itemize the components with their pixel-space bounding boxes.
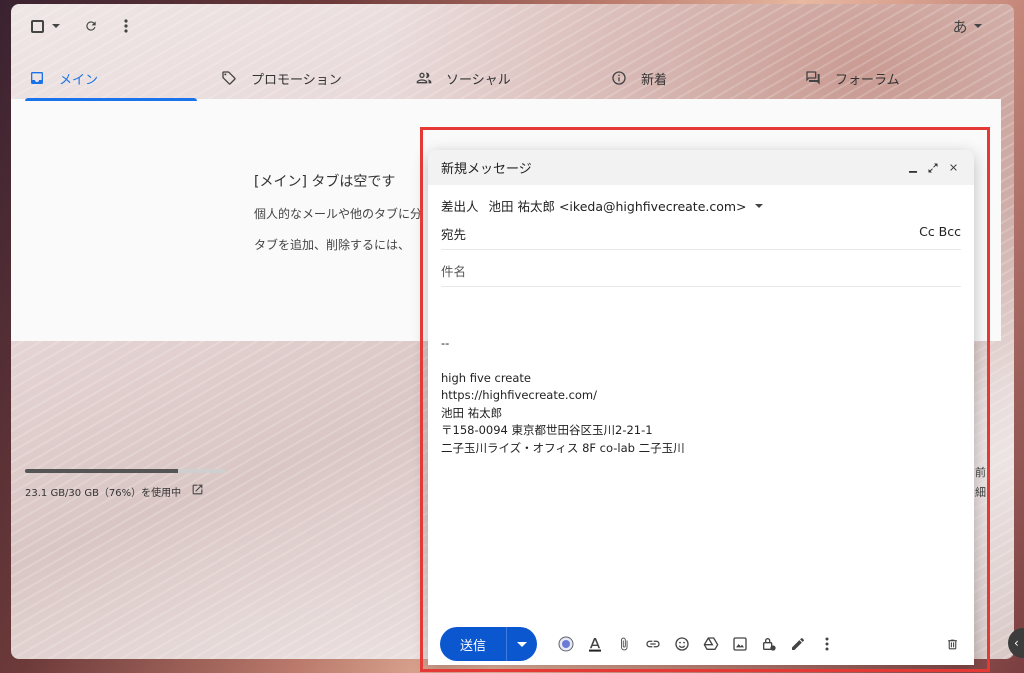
chevron-down-icon [517,641,527,647]
send-button-group: 送信 [440,627,537,661]
checkbox-icon [30,19,44,33]
expand-icon [928,163,938,172]
chevron-down-icon [754,203,763,208]
storage-usage: 23.1 GB/30 GB（76%）を使用中 [25,469,226,499]
message-body[interactable]: -- high five create https://highfivecrea… [441,335,685,457]
trash-icon [947,639,957,649]
storage-bar-fill [25,469,178,473]
formatting-tools [551,634,841,654]
chevron-down-icon [51,24,60,28]
from-field[interactable]: 差出人 池田 祐太郎 <ikeda@highfivecreate.com> [441,196,961,215]
photo-icon[interactable] [725,634,754,654]
tab-label: メイン [59,72,99,88]
tab-label: ソーシャル [446,72,511,88]
signature-separator: -- [441,336,450,350]
drive-icon[interactable] [696,634,725,654]
more-options-icon[interactable] [812,634,841,654]
empty-state-text: 個人的なメールや他のタブに分 [254,207,423,221]
minimize-icon [909,170,917,173]
text-format-icon[interactable] [580,634,609,654]
compose-title: 新規メッセージ [441,162,532,177]
footer-text-fragment: 細 [975,486,986,499]
tag-icon [219,68,239,88]
from-label: 差出人 [441,199,479,214]
cc-bcc-link[interactable]: Cc Bcc [919,224,961,249]
tab-social[interactable]: ソーシャル [414,56,511,100]
info-icon [609,68,629,88]
signature-line: 〒158-0094 東京都世田谷区玉川2-21-1 [441,423,653,437]
discard-draft-button[interactable] [942,634,962,654]
tab-updates[interactable]: 新着 [609,56,667,100]
empty-state-text: タブを追加、削除するには、 [254,238,411,252]
people-icon [414,68,434,88]
signature-line: 二子玉川ライズ・オフィス 8F co-lab 二子玉川 [441,440,685,455]
input-mode-label: あ [952,17,968,36]
tab-label: 新着 [641,72,668,88]
fullscreen-button[interactable] [924,159,942,177]
ai-icon[interactable] [551,634,580,654]
more-vert-icon [124,19,128,33]
compose-toolbar: 送信 [440,627,962,661]
attach-icon[interactable] [609,634,638,654]
tab-forums[interactable]: フォーラム [803,56,900,100]
footer-text-fragment: 前 [975,466,986,479]
compose-window: 新規メッセージ 差出人 池田 祐太郎 <ikeda@highfivecreate… [428,150,974,665]
compose-header: 新規メッセージ [428,150,974,185]
inbox-icon [27,68,47,88]
send-options-button[interactable] [506,627,537,661]
confidential-icon[interactable] [754,634,783,654]
select-all-checkbox[interactable] [27,16,63,36]
chevron-left-icon: ‹ [1014,636,1019,650]
close-button[interactable] [944,159,962,177]
tab-primary[interactable]: メイン [25,56,197,101]
to-label: 宛先 [441,227,467,242]
open-external-icon[interactable] [191,483,204,499]
send-button[interactable]: 送信 [440,627,506,661]
input-mode-button[interactable]: あ [951,16,983,36]
minimize-button[interactable] [904,159,922,177]
subject-placeholder: 件名 [441,264,467,279]
refresh-icon [86,21,96,31]
forum-icon [803,68,823,88]
signature-line: https://highfivecreate.com/ [441,388,598,402]
from-value: 池田 祐太郎 <ikeda@highfivecreate.com> [488,199,747,214]
category-tabs: メイン プロモーション ソーシャル 新着 フォーラム [11,56,1001,101]
signature-line: high five create [441,370,532,385]
subject-field[interactable]: 件名 [441,261,961,287]
tab-label: プロモーション [251,72,342,88]
signature-line: 池田 祐太郎 [441,405,503,420]
signature-icon[interactable] [783,634,812,654]
empty-state-title: [メイン] タブは空です [254,174,396,190]
refresh-button[interactable] [81,16,101,36]
emoji-icon[interactable] [667,634,696,654]
mail-toolbar: あ [11,4,1014,48]
chevron-down-icon [973,24,982,28]
to-field[interactable]: 宛先 Cc Bcc [441,224,961,250]
storage-bar [25,469,226,473]
storage-text: 23.1 GB/30 GB（76%）を使用中 [25,487,182,499]
link-icon[interactable] [638,634,667,654]
tab-promotions[interactable]: プロモーション [219,56,342,100]
more-options-button[interactable] [116,16,136,36]
tab-label: フォーラム [835,72,900,88]
close-icon [949,164,957,171]
